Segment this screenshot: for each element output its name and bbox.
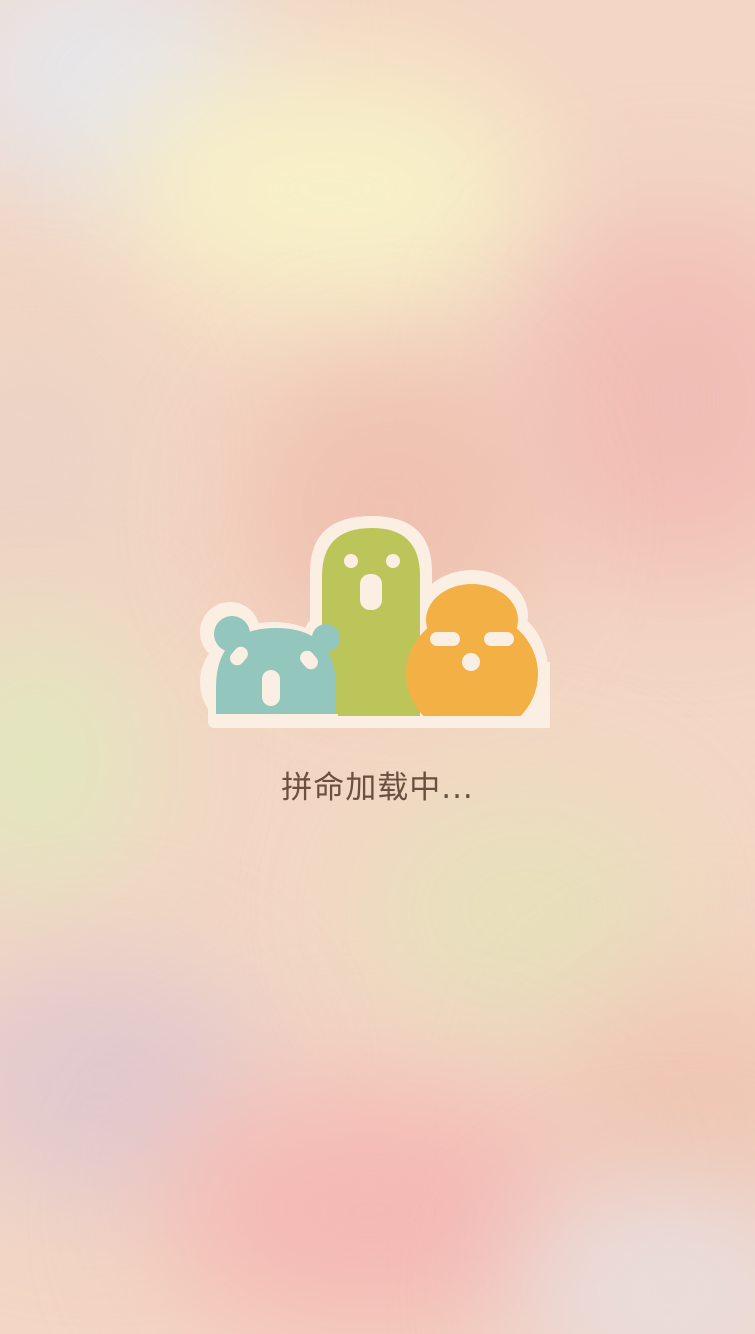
background-blob (520, 220, 755, 580)
loading-screen: 拼命加载中... (0, 0, 755, 1334)
background-blob (0, 340, 120, 580)
cactus-mascot-icon (322, 528, 420, 716)
background-blob (120, 60, 540, 320)
background-blob (0, 620, 150, 900)
bear-mascot-icon (214, 616, 340, 728)
loading-text: 拼命加载中... (281, 770, 474, 806)
background-blob (160, 1080, 580, 1334)
mascots-logo (200, 516, 550, 728)
